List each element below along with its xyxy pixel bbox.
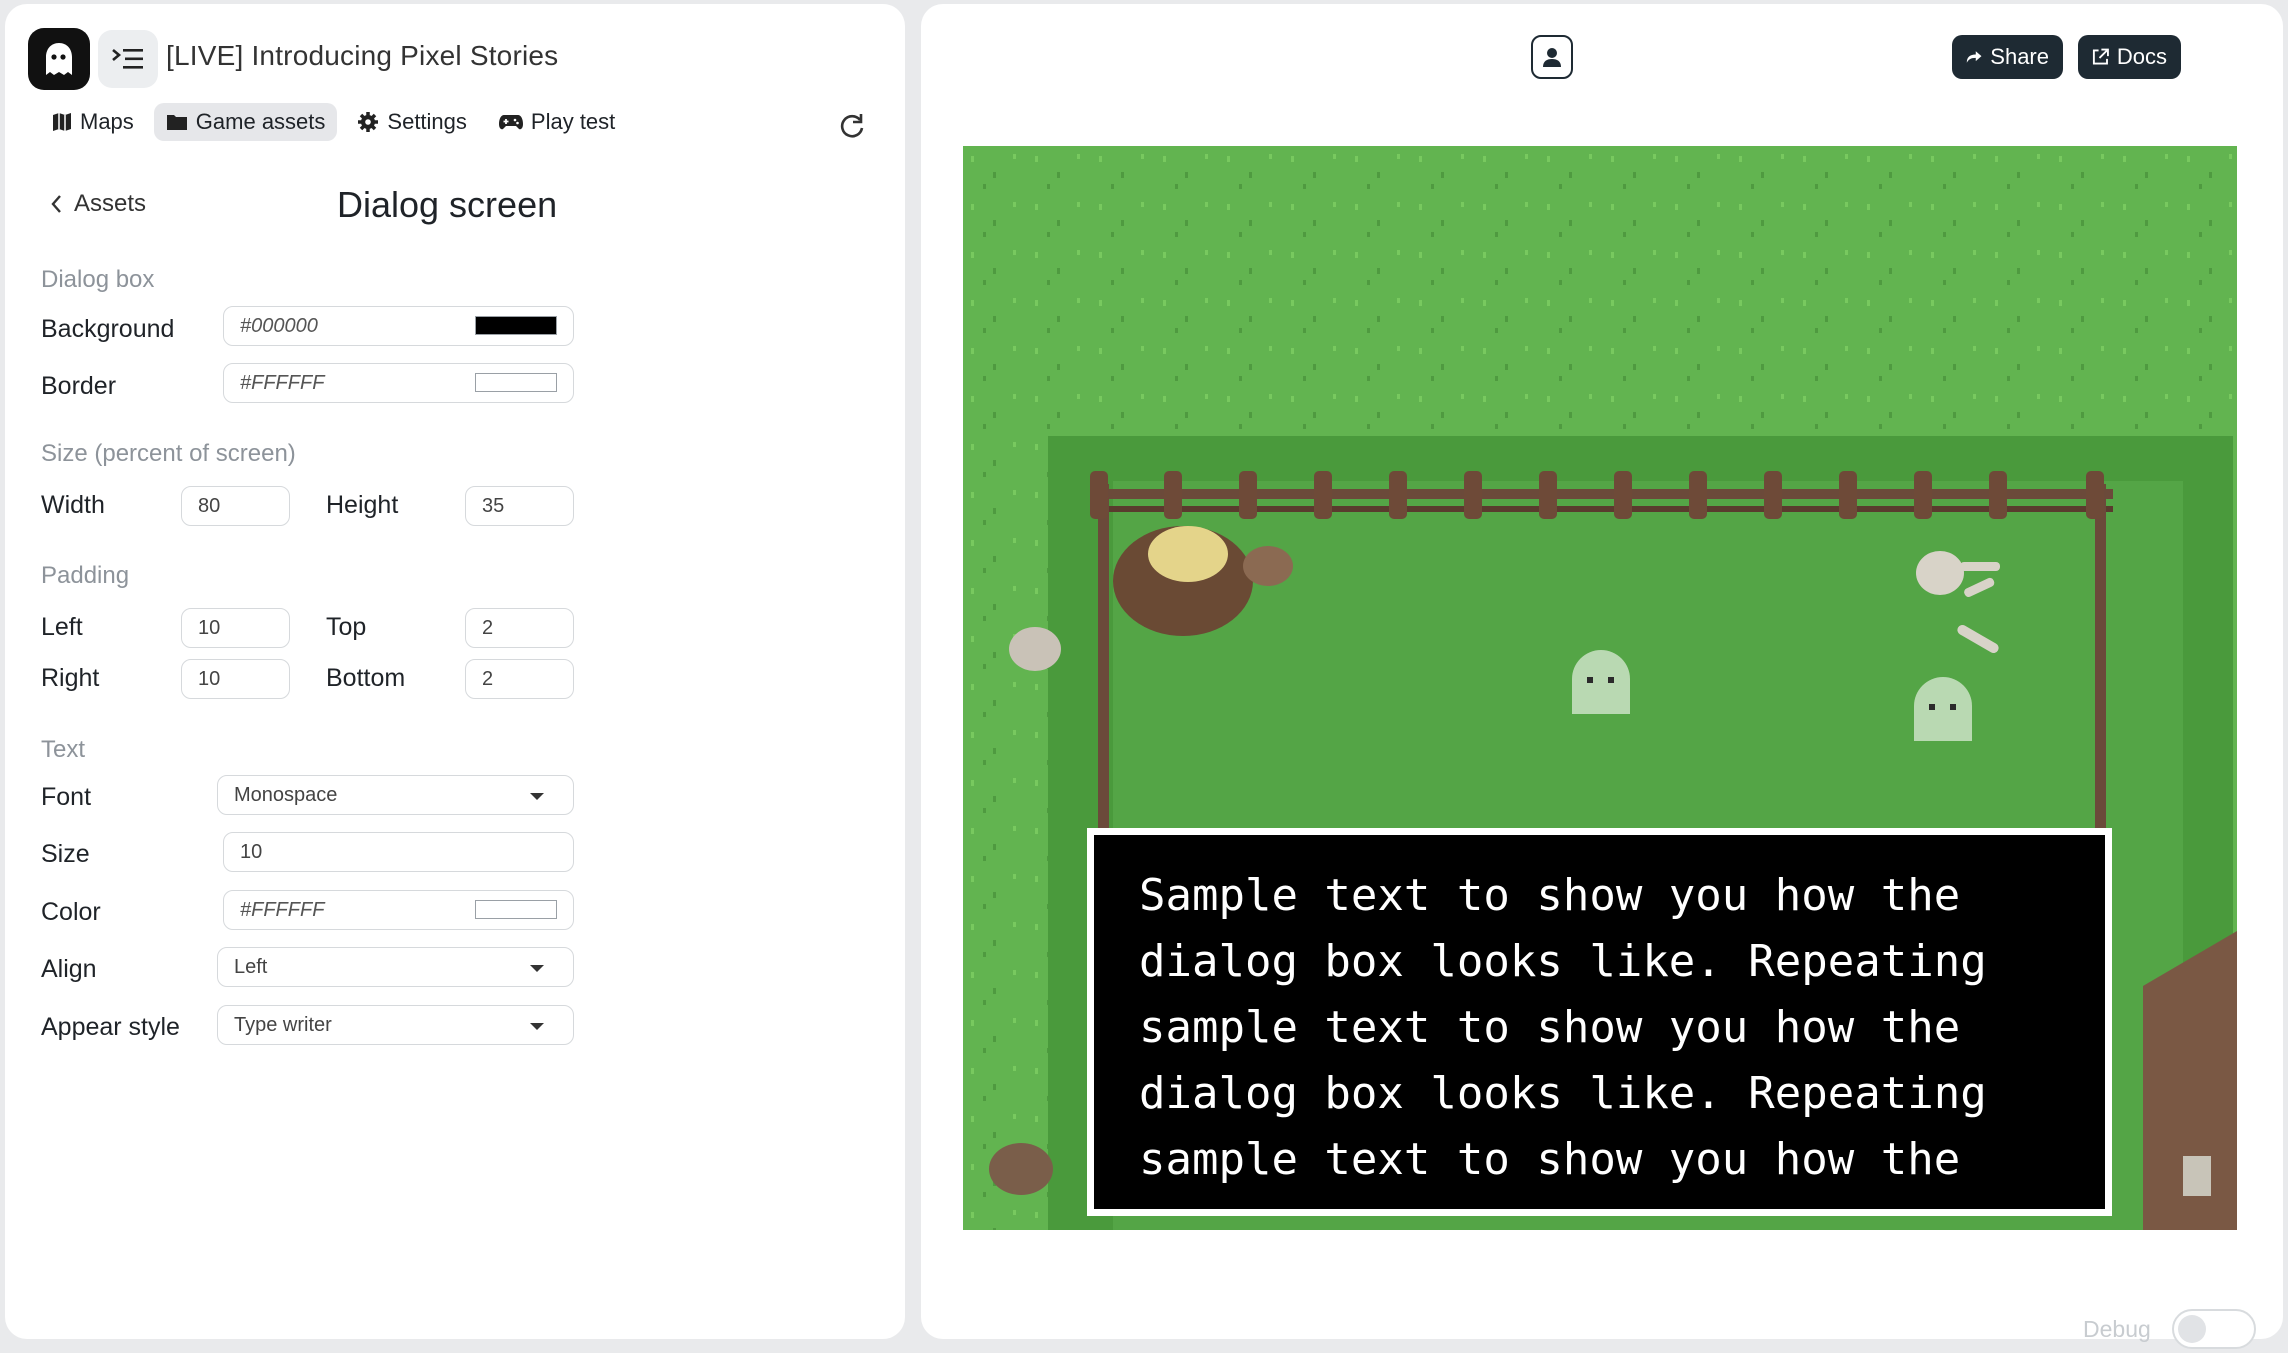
nav-settings[interactable]: Settings [345, 103, 479, 141]
section-dialog-box: Dialog box [41, 266, 155, 293]
section-text: Text [41, 736, 86, 763]
section-size: Size (percent of screen) [41, 440, 296, 467]
appear-style-label: Appear style [41, 1013, 180, 1041]
padding-left-label: Left [41, 613, 83, 641]
font-select[interactable]: Monospace [217, 775, 574, 815]
dialog-sample-text: Sample text to show you how the dialog b… [1139, 870, 1987, 1185]
app-logo[interactable] [28, 28, 90, 90]
share-button[interactable]: Share [1952, 35, 2063, 79]
chevron-left-icon [51, 195, 61, 213]
user-menu-button[interactable] [1531, 35, 1573, 79]
align-select-value: Left [234, 955, 268, 978]
dialog-box-preview: Sample text to show you how the dialog b… [1087, 828, 2112, 1216]
share-label: Share [1990, 44, 2049, 69]
align-select[interactable]: Left [217, 947, 574, 987]
nav-game-assets[interactable]: Game assets [153, 103, 338, 141]
page-title: Dialog screen [337, 184, 558, 225]
section-padding: Padding [41, 562, 130, 589]
background-color-swatch[interactable] [475, 316, 557, 335]
padding-bottom-input[interactable]: 2 [465, 659, 574, 699]
text-color-swatch[interactable] [475, 900, 557, 919]
ghost-icon [46, 43, 72, 75]
background-label: Background [41, 315, 175, 343]
share-icon [1966, 51, 1982, 63]
collapse-menu-button[interactable] [98, 30, 158, 88]
padding-right-label: Right [41, 664, 100, 692]
gamepad-icon [498, 115, 523, 130]
height-input[interactable]: 35 [465, 486, 574, 526]
background-color-value: #000000 [240, 314, 318, 337]
height-label: Height [326, 491, 399, 519]
nav-settings-label: Settings [387, 109, 467, 134]
user-icon [1543, 48, 1561, 67]
width-input[interactable]: 80 [181, 486, 290, 526]
padding-bottom-label: Bottom [326, 664, 406, 692]
back-link-label: Assets [74, 190, 147, 217]
font-select-value: Monospace [234, 783, 338, 806]
nav-maps[interactable]: Maps [40, 103, 146, 141]
align-label: Align [41, 955, 97, 983]
font-label: Font [41, 783, 92, 811]
border-label: Border [41, 372, 117, 400]
chevron-down-icon [530, 965, 544, 972]
debug-toggle[interactable] [2172, 1309, 2256, 1349]
appear-style-value: Type writer [234, 1013, 332, 1036]
border-color-value: #FFFFFF [240, 371, 325, 394]
nav-maps-label: Maps [80, 109, 134, 134]
back-to-assets-link[interactable]: Assets [50, 190, 146, 218]
padding-top-label: Top [326, 613, 367, 641]
external-link-icon [2092, 48, 2109, 65]
project-title: [LIVE] Introducing Pixel Stories [166, 40, 559, 71]
text-color-label: Color [41, 898, 101, 926]
refresh-button[interactable] [836, 110, 868, 142]
chevron-down-icon [530, 1023, 544, 1030]
debug-label: Debug [2083, 1316, 2151, 1342]
appear-style-select[interactable]: Type writer [217, 1005, 574, 1045]
top-nav: Maps Game assets Settings Play test [40, 103, 627, 141]
nav-play-test-label: Play test [530, 109, 616, 134]
collapse-menu-icon [112, 49, 143, 69]
docs-button[interactable]: Docs [2078, 35, 2181, 79]
nav-game-assets-label: Game assets [195, 109, 326, 134]
refresh-icon [840, 114, 864, 138]
text-size-input[interactable]: 10 [223, 832, 574, 872]
map-icon [53, 113, 71, 131]
chevron-down-icon [530, 793, 544, 800]
nav-play-test[interactable]: Play test [487, 103, 627, 141]
border-color-swatch[interactable] [475, 373, 557, 392]
text-size-label: Size [41, 840, 90, 868]
gear-icon [358, 112, 379, 132]
padding-top-input[interactable]: 2 [465, 608, 574, 648]
text-color-value: #FFFFFF [240, 898, 325, 921]
padding-left-input[interactable]: 10 [181, 608, 290, 648]
text-color-field[interactable]: #FFFFFF [223, 890, 574, 930]
width-label: Width [41, 491, 105, 519]
docs-label: Docs [2116, 44, 2167, 69]
border-color-field[interactable]: #FFFFFF [223, 363, 574, 403]
background-color-field[interactable]: #000000 [223, 306, 574, 346]
padding-right-input[interactable]: 10 [181, 659, 290, 699]
folder-icon [166, 115, 187, 130]
